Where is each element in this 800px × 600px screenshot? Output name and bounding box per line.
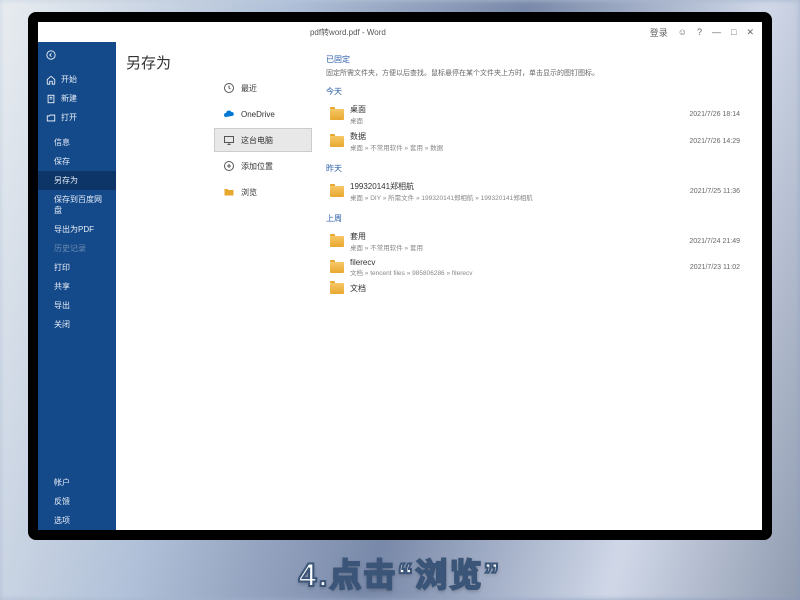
folder-icon <box>330 136 344 147</box>
recent-list: 已固定 固定所需文件夹，方便以后查找。鼠标悬停在某个文件夹上方时，单击显示的图钉… <box>312 42 762 530</box>
folder-path: 桌面 » DIY » 所需文件 » 199320141郑相航 » 1993201… <box>350 192 684 202</box>
folder-name: filerecv <box>350 258 684 267</box>
sidebar-关闭[interactable]: 关闭 <box>38 315 116 334</box>
sidebar-共享[interactable]: 共享 <box>38 277 116 296</box>
folder-path: 桌面 <box>350 115 683 125</box>
folder-icon <box>330 236 344 247</box>
minimize-icon[interactable]: — <box>712 27 721 37</box>
folder-date: 2021/7/25 11:36 <box>690 188 740 195</box>
nav-这台电脑[interactable]: 这台电脑 <box>214 128 312 152</box>
folder-icon <box>330 186 344 197</box>
pinned-description: 固定所需文件夹，方便以后查找。鼠标悬停在某个文件夹上方时，单击显示的图钉图标。 <box>326 68 744 78</box>
sidebar-导出[interactable]: 导出 <box>38 296 116 315</box>
sidebar-反馈[interactable]: 反馈 <box>38 492 116 511</box>
folder-row[interactable]: filerecv文档 » tencent files » 985806286 »… <box>326 255 744 280</box>
section-今天: 今天 <box>326 86 744 97</box>
folder-date: 2021/7/26 14:29 <box>689 138 740 145</box>
sidebar-帐户[interactable]: 帐户 <box>38 473 116 492</box>
sidebar-另存为[interactable]: 另存为 <box>38 171 116 190</box>
folder-row[interactable]: 数据桌面 » 不常用软件 » 套用 » 数据 2021/7/26 14:29 <box>326 128 744 155</box>
folder-name: 桌面 <box>350 104 683 115</box>
nav-浏览[interactable]: 浏览 <box>214 180 312 204</box>
folder-date: 2021/7/23 11:02 <box>690 264 740 271</box>
folder-name: 套用 <box>350 231 683 242</box>
nav-添加位置[interactable]: 添加位置 <box>214 154 312 178</box>
folder-path: 文档 » tencent files » 985806286 » filerec… <box>350 267 684 277</box>
monitor-frame: pdf转word.pdf - Word 登录 ☺ ? — □ ✕ 开始新建打开 … <box>28 12 772 540</box>
back-button[interactable] <box>38 46 116 64</box>
sidebar-信息[interactable]: 信息 <box>38 133 116 152</box>
folder-row[interactable]: 套用桌面 » 不常用软件 » 套用 2021/7/24 21:49 <box>326 228 744 255</box>
sidebar-保存[interactable]: 保存 <box>38 152 116 171</box>
pinned-heading: 已固定 <box>326 54 744 65</box>
folder-row[interactable]: 桌面桌面 2021/7/26 18:14 <box>326 101 744 128</box>
section-昨天: 昨天 <box>326 163 744 174</box>
document-title: pdf转word.pdf - Word <box>46 27 650 38</box>
face-icon[interactable]: ☺ <box>678 27 687 37</box>
sidebar-开始[interactable]: 开始 <box>38 70 116 89</box>
app-window: pdf转word.pdf - Word 登录 ☺ ? — □ ✕ 开始新建打开 … <box>38 22 762 530</box>
sidebar-历史记录[interactable]: 历史记录 <box>38 239 116 258</box>
title-bar: pdf转word.pdf - Word 登录 ☺ ? — □ ✕ <box>38 22 762 42</box>
folder-row[interactable]: 文档 <box>326 280 744 297</box>
sidebar-新建[interactable]: 新建 <box>38 89 116 108</box>
folder-name: 199320141郑相航 <box>350 181 684 192</box>
sidebar-保存到百度网盘[interactable]: 保存到百度网盘 <box>38 190 116 220</box>
sidebar-选项[interactable]: 选项 <box>38 511 116 530</box>
folder-path: 桌面 » 不常用软件 » 套用 » 数据 <box>350 142 683 152</box>
sidebar-打开[interactable]: 打开 <box>38 108 116 127</box>
sidebar-打印[interactable]: 打印 <box>38 258 116 277</box>
nav-OneDrive[interactable]: OneDrive <box>214 102 312 126</box>
folder-path: 桌面 » 不常用软件 » 套用 <box>350 242 683 252</box>
maximize-icon[interactable]: □ <box>731 27 736 37</box>
backstage-sidebar: 开始新建打开 信息保存另存为保存到百度网盘导出为PDF历史记录打印共享导出关闭 … <box>38 42 116 530</box>
folder-row[interactable]: 199320141郑相航桌面 » DIY » 所需文件 » 199320141郑… <box>326 178 744 205</box>
folder-icon <box>330 283 344 294</box>
nav-最近[interactable]: 最近 <box>214 76 312 100</box>
sidebar-导出为PDF[interactable]: 导出为PDF <box>38 220 116 239</box>
close-icon[interactable]: ✕ <box>746 27 754 38</box>
folder-date: 2021/7/24 21:49 <box>689 238 740 245</box>
login-link[interactable]: 登录 <box>650 26 668 39</box>
folder-date: 2021/7/26 18:14 <box>689 111 740 118</box>
folder-icon <box>330 262 344 273</box>
section-上周: 上周 <box>326 213 744 224</box>
location-nav: 最近OneDrive这台电脑添加位置浏览 <box>214 42 312 530</box>
folder-name: 数据 <box>350 131 683 142</box>
folder-name: 文档 <box>350 283 734 294</box>
help-icon[interactable]: ? <box>697 27 702 37</box>
folder-icon <box>330 109 344 120</box>
page-title: 另存为 <box>126 52 214 73</box>
